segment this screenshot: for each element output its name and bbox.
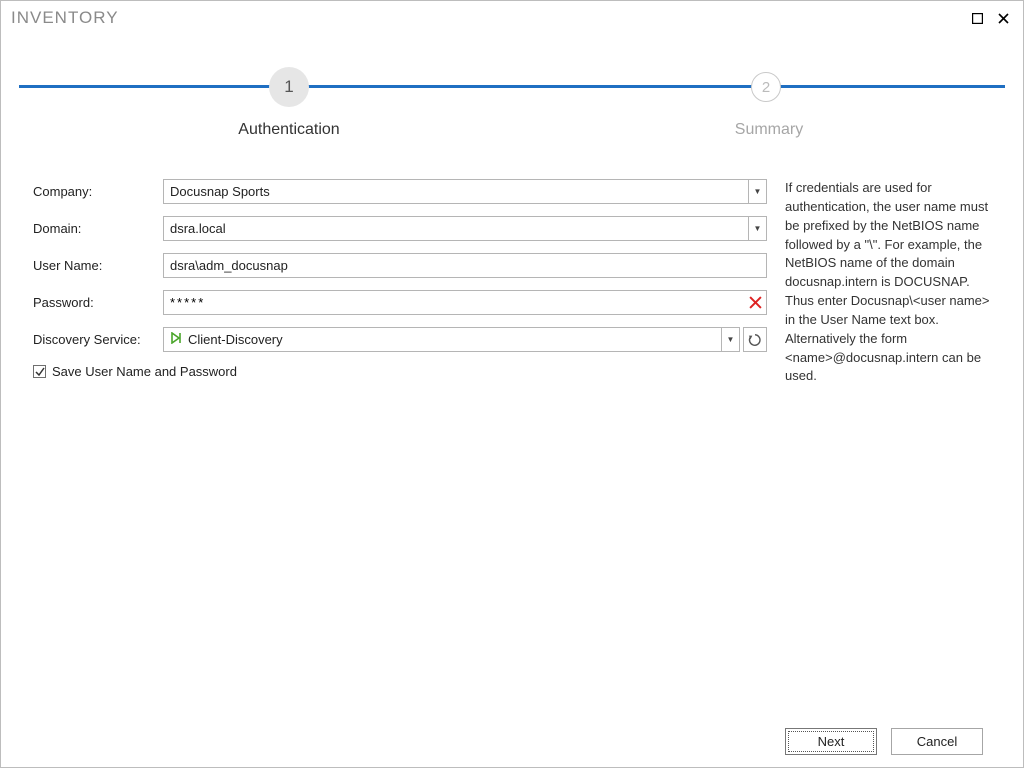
save-credentials-row[interactable]: Save User Name and Password <box>33 364 767 379</box>
titlebar: INVENTORY <box>1 1 1023 35</box>
domain-value: dsra.local <box>170 221 226 236</box>
discovery-value: Client-Discovery <box>188 332 283 347</box>
discovery-refresh-button[interactable] <box>743 327 767 352</box>
discovery-row: Discovery Service: Client-Discovery ▼ <box>33 327 767 352</box>
domain-dropdown-icon[interactable]: ▼ <box>748 217 766 240</box>
wizard-stepper: 1 2 <box>19 57 1005 117</box>
discovery-dropdown-icon[interactable]: ▼ <box>721 328 739 351</box>
save-credentials-label: Save User Name and Password <box>52 364 237 379</box>
username-label: User Name: <box>33 258 163 273</box>
step-2-number: 2 <box>762 79 770 96</box>
close-icon[interactable] <box>993 8 1013 28</box>
username-input[interactable] <box>163 253 767 278</box>
help-text: If credentials are used for authenticati… <box>767 179 1005 715</box>
company-combobox[interactable]: Docusnap Sports ▼ <box>163 179 767 204</box>
password-clear-icon[interactable] <box>744 291 766 314</box>
next-button[interactable]: Next <box>785 728 877 755</box>
company-dropdown-icon[interactable]: ▼ <box>748 180 766 203</box>
company-label: Company: <box>33 184 163 199</box>
company-value: Docusnap Sports <box>170 184 270 199</box>
discovery-label: Discovery Service: <box>33 332 163 347</box>
domain-label: Domain: <box>33 221 163 236</box>
maximize-icon[interactable] <box>967 8 987 28</box>
step-2-circle[interactable]: 2 <box>751 72 781 102</box>
step-1-circle[interactable]: 1 <box>269 67 309 107</box>
stepper-labels: Authentication Summary <box>19 121 1005 151</box>
discovery-combobox[interactable]: Client-Discovery ▼ <box>163 327 740 352</box>
inventory-window: INVENTORY 1 2 Authentication Summary <box>0 0 1024 768</box>
domain-combobox[interactable]: dsra.local ▼ <box>163 216 767 241</box>
password-input[interactable] <box>164 291 744 314</box>
username-row: User Name: <box>33 253 767 278</box>
cancel-button[interactable]: Cancel <box>891 728 983 755</box>
window-title: INVENTORY <box>11 8 961 28</box>
content-area: Company: Docusnap Sports ▼ Domain: dsra.… <box>19 179 1005 715</box>
form-column: Company: Docusnap Sports ▼ Domain: dsra.… <box>19 179 767 715</box>
step-1-number: 1 <box>284 77 293 97</box>
save-credentials-checkbox[interactable] <box>33 365 46 378</box>
company-row: Company: Docusnap Sports ▼ <box>33 179 767 204</box>
domain-row: Domain: dsra.local ▼ <box>33 216 767 241</box>
password-label: Password: <box>33 295 163 310</box>
stepper-line <box>19 85 1005 88</box>
play-icon <box>170 332 182 347</box>
step-1-label: Authentication <box>229 121 349 139</box>
footer: Next Cancel <box>19 715 1005 767</box>
step-2-label: Summary <box>729 121 809 139</box>
password-row: Password: <box>33 290 767 315</box>
